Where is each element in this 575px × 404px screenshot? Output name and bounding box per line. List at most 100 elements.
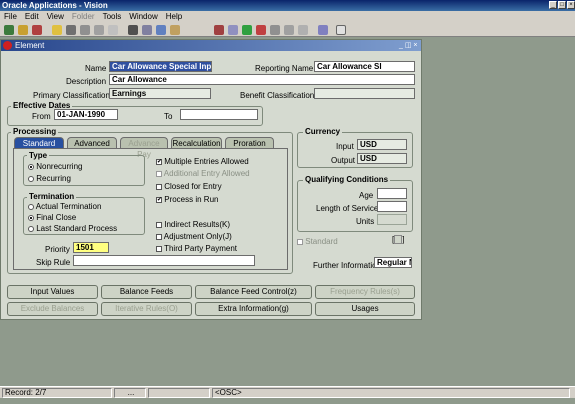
radio-icon — [28, 203, 34, 210]
maximize-icon[interactable]: □ — [558, 1, 566, 9]
input-values-button[interactable]: Input Values — [7, 285, 98, 299]
final-close-radio[interactable]: Final Close — [28, 213, 76, 222]
age-field[interactable] — [377, 188, 407, 199]
menu-help[interactable]: Help — [166, 12, 182, 21]
exclude-balances-button[interactable]: Exclude Balances — [7, 302, 98, 316]
close-icon[interactable]: × — [567, 1, 575, 9]
benefit-classification-label: Benefit Classification — [240, 91, 315, 100]
actual-termination-radio[interactable]: Actual Termination — [28, 202, 101, 211]
save-icon[interactable] — [80, 25, 90, 35]
tab-proration[interactable]: Proration — [225, 137, 274, 148]
menu-view[interactable]: View — [47, 12, 64, 21]
units-label: Units — [356, 217, 375, 226]
menu-window[interactable]: Window — [129, 12, 157, 21]
reporting-name-field[interactable]: Car Allowance SI — [314, 61, 415, 72]
tab-standard[interactable]: Standard — [14, 137, 64, 148]
checkbox-icon — [156, 233, 162, 240]
standard-checkbox[interactable]: Standard — [297, 237, 338, 246]
name-label: Name — [85, 64, 107, 73]
frequency-rules-button[interactable]: Frequency Rules(s) — [315, 285, 415, 299]
status-dots: ... — [114, 388, 146, 398]
new-icon[interactable] — [4, 25, 14, 35]
attachment-icon[interactable] — [228, 25, 238, 35]
process-in-run-checkbox[interactable]: Process in Run — [156, 195, 218, 204]
status-bar: Record: 2/7 ... <OSC> — [0, 386, 575, 398]
length-of-service-field[interactable] — [377, 201, 407, 212]
nonrecurring-radio[interactable]: Nonrecurring — [28, 162, 82, 171]
units-field[interactable] — [377, 214, 407, 225]
radio-icon — [28, 163, 34, 170]
benefit-classification-field[interactable] — [314, 88, 415, 99]
clear-record-icon[interactable] — [284, 25, 294, 35]
currency-output-label: Output — [331, 156, 356, 165]
help-icon[interactable] — [336, 25, 346, 35]
balance-feed-control-button[interactable]: Balance Feed Control(z) — [195, 285, 312, 299]
app-title: Oracle Applications - Vision — [2, 1, 108, 10]
to-date-field[interactable] — [180, 109, 258, 120]
indirect-results-checkbox[interactable]: Indirect Results(K) — [156, 220, 230, 229]
menu-tools[interactable]: Tools — [103, 12, 122, 21]
skip-rule-field[interactable] — [73, 255, 255, 266]
globe-icon[interactable] — [242, 25, 252, 35]
adjustment-only-checkbox[interactable]: Adjustment Only(J) — [156, 232, 232, 241]
qualifying-title: Qualifying Conditions — [303, 175, 391, 184]
tab-advanced[interactable]: Advanced — [67, 137, 117, 148]
currency-title: Currency — [303, 127, 343, 136]
copy-icon[interactable] — [94, 25, 104, 35]
cut-icon[interactable] — [128, 25, 138, 35]
type-title: Type — [27, 151, 50, 160]
print-icon[interactable] — [66, 25, 76, 35]
element-window-title: Element — [1, 40, 421, 51]
usages-button[interactable]: Usages — [315, 302, 415, 316]
last-standard-process-radio[interactable]: Last Standard Process — [28, 224, 117, 233]
checkbox-icon — [297, 238, 303, 245]
flexfield-bracket[interactable]: [] — [392, 235, 404, 245]
duplicate-icon[interactable] — [298, 25, 308, 35]
third-party-payment-checkbox[interactable]: Third Party Payment — [156, 244, 237, 253]
multiple-entries-checkbox[interactable]: Multiple Entries Allowed — [156, 157, 249, 166]
window-menu-icon[interactable] — [3, 41, 12, 50]
clear-icon[interactable] — [270, 25, 280, 35]
navigator-icon[interactable] — [156, 25, 166, 35]
recurring-radio[interactable]: Recurring — [28, 174, 71, 183]
tab-advance-pay[interactable]: Advance Pay — [120, 137, 168, 159]
zoom-icon[interactable] — [170, 25, 180, 35]
balance-feeds-button[interactable]: Balance Feeds — [101, 285, 192, 299]
name-field[interactable]: Car Allowance Special Inpu — [109, 61, 212, 72]
currency-input-field[interactable]: USD — [357, 139, 407, 150]
radio-icon — [28, 175, 34, 182]
further-info-label: Further Information — [313, 261, 382, 270]
open-icon[interactable] — [18, 25, 28, 35]
to-label: To — [164, 112, 173, 121]
reporting-name-label: Reporting Name — [255, 64, 314, 73]
primary-classification-field[interactable]: Earnings — [109, 88, 211, 99]
menu-file[interactable]: File — [4, 12, 17, 21]
tab-recalculation[interactable]: Recalculation — [171, 137, 222, 148]
toolbar — [0, 23, 575, 37]
skip-rule-label: Skip Rule — [36, 258, 71, 267]
further-info-field[interactable]: Regular N — [374, 257, 412, 268]
window-controls-icon[interactable]: _ ◫ × — [399, 41, 417, 49]
delete-icon[interactable] — [256, 25, 266, 35]
additional-entry-checkbox[interactable]: Additional Entry Allowed — [156, 169, 250, 178]
menu-edit[interactable]: Edit — [25, 12, 39, 21]
priority-field[interactable]: 1501 — [73, 242, 109, 253]
from-date-field[interactable]: 01-JAN-1990 — [54, 109, 118, 120]
folder-icon[interactable] — [52, 25, 62, 35]
record-indicator: Record: 2/7 — [2, 388, 112, 398]
iterative-rules-button[interactable]: Iterative Rules(O) — [101, 302, 192, 316]
minimize-icon[interactable]: _ — [549, 1, 557, 9]
find-icon[interactable] — [142, 25, 152, 35]
description-label: Description — [66, 77, 107, 86]
description-field[interactable]: Car Allowance — [109, 74, 415, 85]
stop-icon[interactable] — [32, 25, 42, 35]
checkbox-icon — [156, 245, 162, 252]
app-title-bar: Oracle Applications - Vision — [0, 0, 575, 11]
menu-folder[interactable]: Folder — [72, 12, 95, 21]
paste-icon[interactable] — [108, 25, 118, 35]
edit-icon[interactable] — [214, 25, 224, 35]
folder-tools-icon[interactable] — [318, 25, 328, 35]
extra-information-button[interactable]: Extra Information(g) — [195, 302, 312, 316]
closed-for-entry-checkbox[interactable]: Closed for Entry — [156, 182, 222, 191]
currency-output-field[interactable]: USD — [357, 153, 407, 164]
